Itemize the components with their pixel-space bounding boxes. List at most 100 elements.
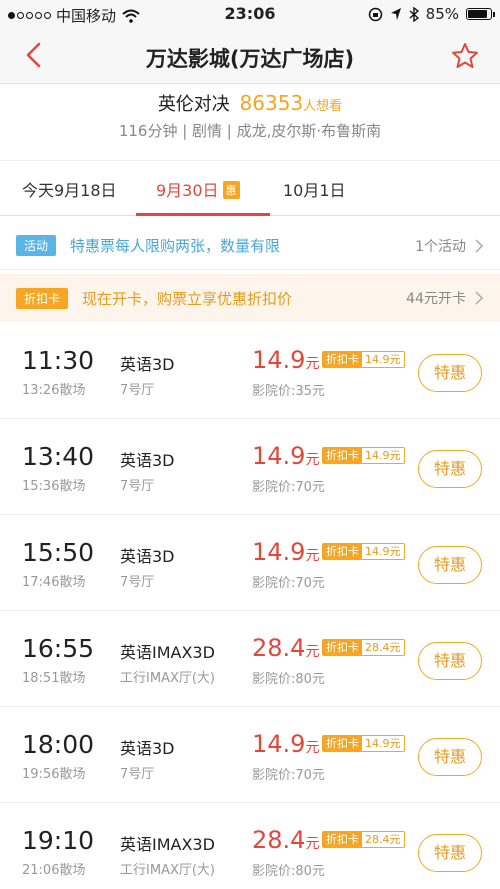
price-value: 14.9 [252, 442, 306, 470]
buy-discount-button[interactable]: 特惠 [418, 450, 482, 488]
cinema-price: 影院价:70元 [252, 480, 325, 495]
ticket-price: 28.4元 [252, 826, 319, 854]
card-price-tag: 折扣卡 14.9元 [322, 351, 405, 368]
cinema-price: 影院价:35元 [252, 384, 325, 399]
showtime-row[interactable]: 19:10 21:06散场 英语IMAX3D 工行IMAX厅(大) 28.4元 … [0, 803, 500, 889]
activity-tag: 活动 [16, 235, 57, 256]
favorite-star-icon[interactable] [450, 41, 480, 71]
hall-name: 7号厅 [120, 575, 155, 590]
start-time: 15:50 [22, 538, 95, 567]
showtime-row[interactable]: 15:50 17:46散场 英语3D 7号厅 14.9元 折扣卡 14.9元 影院… [0, 515, 500, 611]
hall-name: 工行IMAX厅(大) [120, 671, 215, 686]
showtime-row[interactable]: 11:30 13:26散场 英语3D 7号厅 14.9元 折扣卡 14.9元 影院… [0, 323, 500, 419]
buy-discount-button[interactable]: 特惠 [418, 642, 482, 680]
buy-discount-button[interactable]: 特惠 [418, 834, 482, 872]
tab-oct-1[interactable]: 10月1日 [283, 177, 346, 201]
card-price: 28.4元 [362, 832, 404, 847]
card-label: 折扣卡 [323, 640, 362, 655]
discount-badge: 惠 [222, 181, 240, 199]
tab-sep-30[interactable]: 9月30日惠 [156, 177, 240, 201]
showtime-row[interactable]: 13:40 15:36散场 英语3D 7号厅 14.9元 折扣卡 14.9元 影院… [0, 419, 500, 515]
discount-card-tag: 折扣卡 [16, 287, 69, 309]
movie-title-line: 英伦对决 86353人想看 [0, 90, 500, 116]
card-label: 折扣卡 [323, 832, 362, 847]
discount-card-banner[interactable]: 折扣卡 现在开卡，购票立享优惠折扣价 44元开卡 [0, 274, 500, 322]
card-label: 折扣卡 [323, 544, 362, 559]
language-format: 英语IMAX3D [120, 643, 215, 662]
buy-discount-button[interactable]: 特惠 [418, 738, 482, 776]
activity-text: 特惠票每人限购两张，数量有限 [70, 237, 281, 255]
card-price-tag: 折扣卡 28.4元 [322, 831, 405, 848]
card-price: 14.9元 [362, 352, 404, 367]
ticket-price: 14.9元 [252, 346, 319, 374]
buy-discount-button[interactable]: 特惠 [418, 546, 482, 584]
bluetooth-icon [409, 6, 419, 22]
card-price: 14.9元 [362, 736, 404, 751]
price-unit: 元 [305, 836, 320, 852]
start-time: 16:55 [22, 634, 95, 663]
discount-card-text: 现在开卡，购票立享优惠折扣价 [82, 289, 293, 308]
language-format: 英语3D [120, 451, 175, 470]
showtime-row[interactable]: 16:55 18:51散场 英语IMAX3D 工行IMAX厅(大) 28.4元 … [0, 611, 500, 707]
end-time: 15:36散场 [22, 479, 86, 494]
selected-tab-indicator [136, 213, 270, 216]
card-price-tag: 折扣卡 14.9元 [322, 735, 405, 752]
chevron-right-icon [475, 238, 484, 253]
cinema-price: 影院价:70元 [252, 576, 325, 591]
battery-percent: 85% [425, 5, 459, 23]
end-time: 13:26散场 [22, 383, 86, 398]
ticket-price: 14.9元 [252, 442, 319, 470]
activity-count: 1个活动 [415, 238, 466, 255]
price-value: 14.9 [252, 730, 306, 758]
want-suffix: 人想看 [303, 99, 343, 114]
card-price: 14.9元 [362, 544, 404, 559]
tab-label: 10月1日 [283, 181, 346, 200]
card-price-tag: 折扣卡 14.9元 [322, 543, 405, 560]
hall-name: 7号厅 [120, 479, 155, 494]
date-tabs: 今天9月18日 9月30日惠 10月1日 [0, 160, 500, 216]
start-time: 13:40 [22, 442, 95, 471]
price-unit: 元 [305, 452, 320, 468]
start-time: 18:00 [22, 730, 95, 759]
tab-today[interactable]: 今天9月18日 [22, 177, 117, 201]
end-time: 19:56散场 [22, 767, 86, 782]
hall-name: 7号厅 [120, 383, 155, 398]
tab-label: 9月30日 [156, 181, 219, 200]
price-unit: 元 [305, 356, 320, 372]
page-title: 万达影城(万达广场店) [145, 47, 355, 71]
language-format: 英语3D [120, 355, 175, 374]
card-price: 28.4元 [362, 640, 404, 655]
showtime-row[interactable]: 18:00 19:56散场 英语3D 7号厅 14.9元 折扣卡 14.9元 影院… [0, 707, 500, 803]
price-value: 28.4 [252, 634, 306, 662]
status-bar: 中国移动 23:06 85% [0, 0, 500, 28]
card-price-tag: 折扣卡 28.4元 [322, 639, 405, 656]
card-label: 折扣卡 [323, 352, 362, 367]
language-format: 英语3D [120, 547, 175, 566]
card-price-tag: 折扣卡 14.9元 [322, 447, 405, 464]
buy-discount-button[interactable]: 特惠 [418, 354, 482, 392]
start-time: 11:30 [22, 346, 95, 375]
cinema-price: 影院价:80元 [252, 672, 325, 687]
card-price: 14.9元 [362, 448, 404, 463]
battery-level [468, 10, 487, 18]
status-right: 85% [368, 5, 495, 23]
orientation-lock-icon [368, 7, 382, 21]
movie-info[interactable]: 英伦对决 86353人想看 116分钟 | 剧情 | 成龙,皮尔斯·布鲁斯南 [0, 85, 500, 155]
hall-name: 7号厅 [120, 767, 155, 782]
showtime-list: 11:30 13:26散场 英语3D 7号厅 14.9元 折扣卡 14.9元 影院… [0, 323, 500, 889]
chevron-right-icon [475, 291, 484, 305]
language-format: 英语3D [120, 739, 175, 758]
price-unit: 元 [305, 644, 320, 660]
language-format: 英语IMAX3D [120, 835, 215, 854]
end-time: 21:06散场 [22, 863, 86, 878]
want-count: 86353 [239, 91, 304, 115]
movie-meta: 116分钟 | 剧情 | 成龙,皮尔斯·布鲁斯南 [118, 122, 382, 140]
price-value: 14.9 [252, 346, 306, 374]
activity-banner[interactable]: 活动 特惠票每人限购两张，数量有限 1个活动 [0, 222, 500, 270]
ticket-price: 28.4元 [252, 634, 319, 662]
battery-icon [466, 8, 495, 20]
price-value: 14.9 [252, 538, 306, 566]
price-unit: 元 [305, 740, 320, 756]
end-time: 18:51散场 [22, 671, 86, 686]
tab-label: 今天9月18日 [22, 181, 117, 200]
